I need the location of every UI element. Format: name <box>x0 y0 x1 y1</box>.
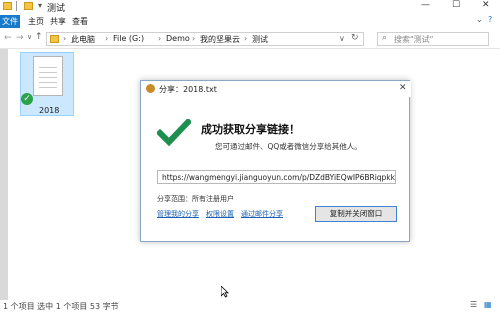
search-icon: ⌕ <box>382 33 388 43</box>
dialog-title-bar[interactable]: 分享：2018.txt ✕ <box>141 81 411 97</box>
tab-view[interactable]: 查看 <box>72 16 88 27</box>
breadcrumb-separator-icon: › <box>63 34 67 43</box>
title-bar: ▾ 测试 — ☐ ✕ <box>0 0 500 14</box>
share-subtitle: 您可通过邮件、QQ或者微信分享给其他人。 <box>215 142 362 151</box>
file-name: 2018 <box>39 106 60 115</box>
maximize-button[interactable]: ☐ <box>452 0 460 10</box>
nutstore-logo-icon <box>146 84 155 93</box>
status-bar: 1 个项目 选中 1 个项目 53 字节 ☰ ▦ <box>0 300 500 312</box>
tab-home[interactable]: 主页 <box>28 16 44 27</box>
success-heading: 成功获取分享链接！ <box>201 123 300 136</box>
folder-small-icon[interactable] <box>24 2 33 10</box>
back-icon[interactable]: ← <box>4 33 12 43</box>
refresh-icon[interactable]: ↻ <box>351 33 359 43</box>
copy-and-close-button[interactable]: 复制并关闭窗口 <box>315 206 397 222</box>
up-icon[interactable]: ↑ <box>35 32 43 42</box>
search-input[interactable]: ⌕ 搜索"测试" <box>377 32 489 46</box>
breadcrumb-separator-icon: › <box>192 34 196 43</box>
text-file-icon <box>33 56 63 96</box>
address-row: ← → ∨ ↑ › 此电脑 › File (G:) › Demo › 我的坚果云… <box>0 29 500 49</box>
folder-icon <box>3 2 12 10</box>
permission-settings-link[interactable]: 权限设置 <box>206 209 234 219</box>
share-dialog: 分享：2018.txt ✕ 成功获取分享链接！ 您可通过邮件、QQ或者微信分享给… <box>140 80 411 242</box>
dialog-close-button[interactable]: ✕ <box>399 83 407 93</box>
window-title: 测试 <box>47 4 66 14</box>
file-item[interactable]: ✓ 2018 <box>20 52 74 116</box>
forward-icon[interactable]: → <box>16 33 24 43</box>
details-view-icon[interactable]: ☰ <box>470 300 477 309</box>
breadcrumb-separator-icon: › <box>244 34 248 43</box>
status-text: 1 个项目 选中 1 个项目 53 字节 <box>3 302 119 311</box>
file-line <box>39 82 57 83</box>
recent-dropdown-icon[interactable]: ∨ <box>27 33 32 41</box>
breadcrumb-nutstore[interactable]: 我的坚果云 <box>200 34 240 45</box>
address-bar[interactable]: › 此电脑 › File (G:) › Demo › 我的坚果云 › 测试 ∨ … <box>46 32 364 46</box>
mouse-cursor-icon <box>221 286 229 298</box>
tab-file[interactable]: 文件 <box>2 16 18 27</box>
breadcrumb-test[interactable]: 测试 <box>252 34 268 45</box>
breadcrumb-demo[interactable]: Demo <box>166 34 190 43</box>
breadcrumb-this-pc[interactable]: 此电脑 <box>71 34 95 45</box>
large-icons-view-icon[interactable]: ▦ <box>484 300 492 309</box>
address-folder-icon <box>50 35 59 43</box>
file-line <box>39 77 57 78</box>
search-placeholder: 搜索"测试" <box>394 35 434 44</box>
share-scope: 分享范围：所有注册用户 <box>157 195 234 203</box>
address-dropdown-icon[interactable]: ∨ <box>339 34 345 43</box>
file-line <box>39 67 57 68</box>
file-line <box>39 72 57 73</box>
dropdown-arrow-icon[interactable]: ▾ <box>38 1 42 10</box>
navigation-pane[interactable] <box>0 49 8 305</box>
breadcrumb-drive[interactable]: File (G:) <box>113 34 144 43</box>
share-by-email-link[interactable]: 通过邮件分享 <box>241 209 283 219</box>
minimize-button[interactable]: — <box>421 0 430 10</box>
help-icon[interactable]: ? <box>488 15 492 24</box>
sync-check-icon: ✓ <box>21 93 33 105</box>
manage-shares-link[interactable]: 管理我的分享 <box>157 209 199 219</box>
ribbon-tabs: 文件 主页 共享 查看 ⌄ ? <box>0 14 500 28</box>
breadcrumb-separator-icon: › <box>105 34 109 43</box>
file-line <box>39 87 57 88</box>
share-link-field[interactable]: https://wangmengyi.jianguoyun.com/p/DZdB… <box>157 170 396 184</box>
success-check-icon <box>157 119 191 147</box>
dialog-title: 分享：2018.txt <box>159 85 217 94</box>
tab-share[interactable]: 共享 <box>50 16 66 27</box>
close-button[interactable]: ✕ <box>482 0 490 10</box>
quick-access-divider <box>16 1 22 11</box>
ribbon-expand-icon[interactable]: ⌄ <box>476 15 483 24</box>
breadcrumb-separator-icon: › <box>158 34 162 43</box>
